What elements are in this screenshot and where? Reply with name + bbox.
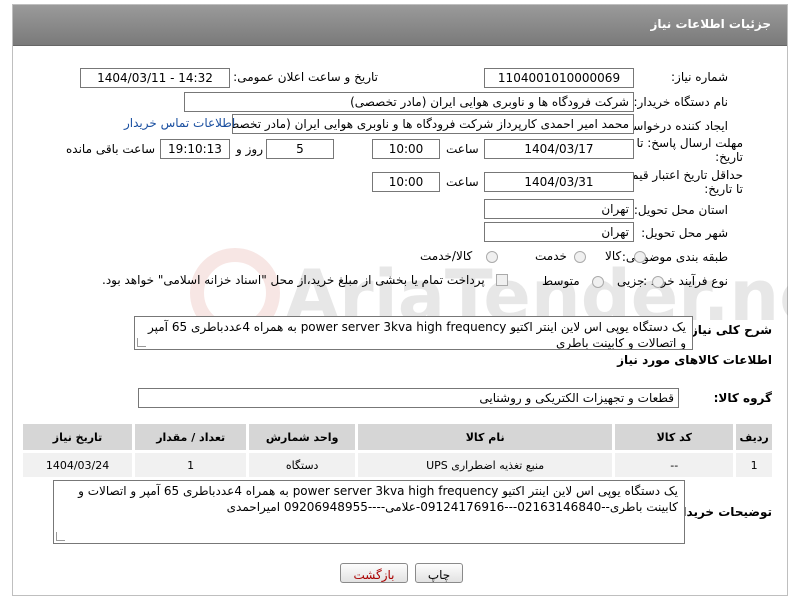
announce-field: 1404/03/11 - 14:32 — [80, 68, 230, 88]
buyer-notes-label: توضیحات خریدار: — [670, 505, 772, 519]
cell-row: 1 — [733, 450, 775, 480]
goods-table-header: ردیف کد کالا نام کالا واحد شمارش تعداد /… — [19, 421, 775, 453]
days-label: روز و — [236, 142, 263, 156]
requester-field: محمد امیر احمدی کارپرداز شرکت فرودگاه ها… — [232, 114, 634, 134]
back-button[interactable]: بازگشت — [340, 563, 408, 583]
buyer-field: شرکت فرودگاه ها و ناوبری هوایی ایران (ما… — [184, 92, 634, 112]
contact-info-link[interactable]: اطلاعات تماس خریدار — [124, 116, 235, 130]
goods-group-field: قطعات و تجهیزات الکتریکی و روشنایی — [138, 388, 679, 408]
cell-qty: 1 — [132, 450, 250, 480]
resize-grip-icon[interactable] — [56, 532, 65, 541]
requester-label: ایجاد کننده درخواست: — [617, 119, 728, 133]
resize-grip-icon[interactable] — [137, 338, 146, 347]
process-option-medium: متوسط — [542, 274, 580, 288]
goods-group-label: گروه کالا: — [713, 391, 772, 405]
validity-date-field: 1404/03/31 — [484, 172, 634, 192]
goods-table: ردیف کد کالا نام کالا واحد شمارش تعداد /… — [19, 421, 775, 480]
payment-note: پرداخت تمام یا بخشی از مبلغ خرید،از محل … — [102, 273, 485, 287]
col-row: ردیف — [733, 421, 775, 453]
col-date: تاریخ نیاز — [19, 421, 136, 453]
col-name: نام کالا — [354, 421, 616, 453]
days-field: 5 — [266, 139, 334, 159]
process-radio-minor[interactable] — [652, 276, 664, 288]
buyer-notes-textarea: یک دستگاه یوپی اس لاین اینتر اکتیو power… — [53, 480, 685, 544]
deadline-time-field: 10:00 — [372, 139, 440, 159]
panel-title: جزئیات اطلاعات نیاز — [650, 17, 771, 31]
city-label: شهر محل تحویل: — [641, 226, 728, 240]
category-option-goods-service: کالا/خدمت — [420, 249, 473, 263]
need-number-field: 1104001010000069 — [484, 68, 634, 88]
buyer-notes-text: یک دستگاه یوپی اس لاین اینتر اکتیو power… — [78, 484, 678, 514]
summary-text: یک دستگاه یوپی اس لاین اینتر اکتیو power… — [148, 320, 686, 350]
validity-time-label: ساعت — [446, 175, 479, 189]
city-field: تهران — [484, 222, 634, 242]
validity-time-field: 10:00 — [372, 172, 440, 192]
category-option-service: خدمت — [535, 249, 567, 263]
deadline-label: مهلت ارسال پاسخ: تا تاریخ: — [636, 136, 743, 164]
remaining-label: ساعت باقی مانده — [66, 142, 156, 156]
deadline-date-field: 1404/03/17 — [484, 139, 634, 159]
summary-label: شرح کلی نیاز: — [686, 323, 772, 337]
need-number-label: شماره نیاز: — [671, 70, 728, 84]
category-radio-goods-service[interactable] — [486, 251, 498, 263]
panel-header: جزئیات اطلاعات نیاز — [13, 5, 787, 46]
goods-section-title: اطلاعات کالاهای مورد نیاز — [617, 353, 772, 367]
announce-label: تاریخ و ساعت اعلان عمومی: — [233, 70, 378, 84]
buyer-label: نام دستگاه خریدار: — [633, 95, 729, 109]
summary-textarea: یک دستگاه یوپی اس لاین اینتر اکتیو power… — [134, 316, 693, 350]
cell-date: 1404/03/24 — [19, 450, 136, 480]
category-option-goods: کالا — [605, 249, 622, 263]
category-radio-goods[interactable] — [634, 251, 646, 263]
cell-code: -- — [612, 450, 737, 480]
remaining-time-field: 19:10:13 — [160, 139, 230, 159]
col-code: کد کالا — [612, 421, 737, 453]
cell-unit: دستگاه — [246, 450, 358, 480]
process-option-minor: جزیی — [617, 274, 645, 288]
col-unit: واحد شمارش — [246, 421, 358, 453]
process-radio-medium[interactable] — [592, 276, 604, 288]
col-qty: تعداد / مقدار — [132, 421, 250, 453]
table-row: 1 -- منبع تغذیه اضطراری UPS دستگاه 1 140… — [19, 450, 775, 480]
deadline-time-label: ساعت — [446, 142, 479, 156]
province-label: استان محل تحویل: — [633, 203, 728, 217]
category-radio-service[interactable] — [574, 251, 586, 263]
treasury-checkbox[interactable] — [496, 274, 508, 286]
province-field: تهران — [484, 199, 634, 219]
print-button[interactable]: چاپ — [415, 563, 463, 583]
cell-name: منبع تغذیه اضطراری UPS — [354, 450, 616, 480]
